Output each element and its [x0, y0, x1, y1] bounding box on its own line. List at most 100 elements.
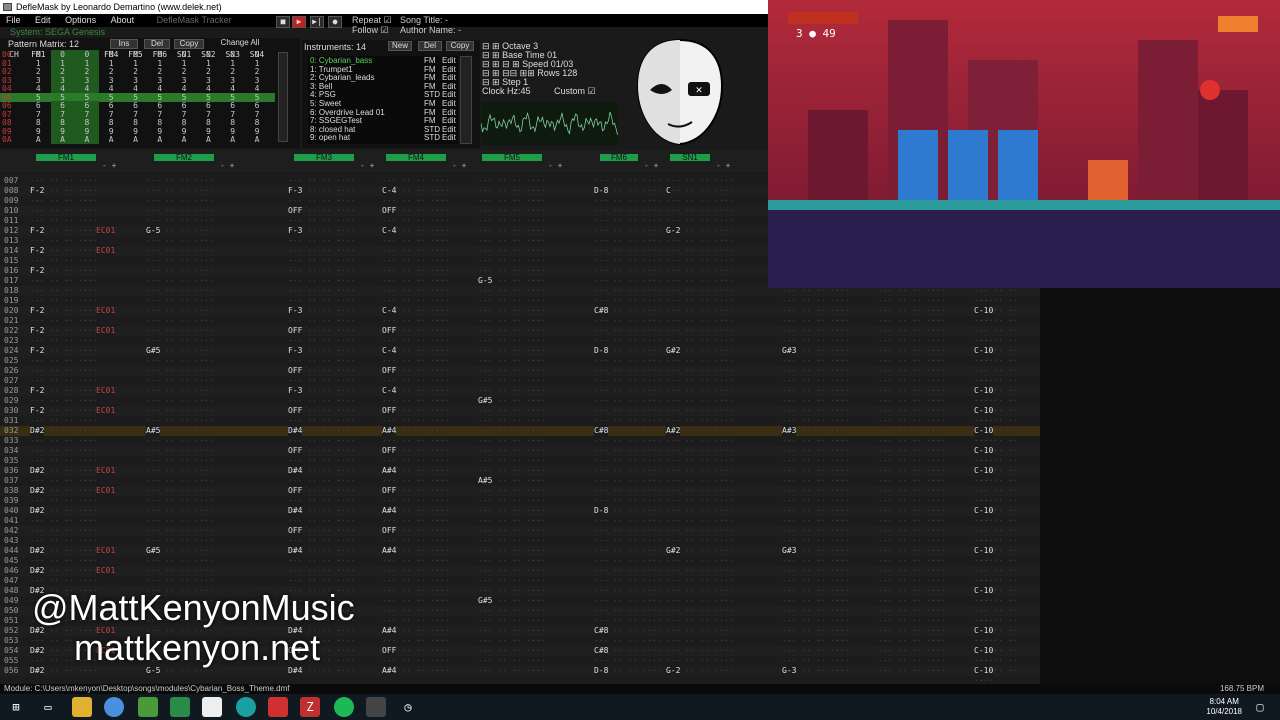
pattern-row[interactable]: 036 --- ·· ·· ···· --- ·· ·· ···· --- ·· ··…	[0, 466, 1040, 485]
note-value[interactable]: G-3	[782, 666, 797, 676]
note-value[interactable]: G-2	[666, 226, 681, 236]
system-clock[interactable]: 8:04 AM 10/4/2018	[1206, 697, 1242, 717]
pm-cell[interactable]: A	[172, 135, 196, 144]
pattern-row[interactable]: 040 --- ·· ·· ···· --- ·· ·· ···· --- ·· ··…	[0, 506, 1040, 525]
follow-checkbox[interactable]: Follow ☑	[352, 25, 398, 35]
note-value[interactable]: D-8	[594, 506, 609, 516]
note-value[interactable]: A#4	[382, 506, 397, 516]
step-button[interactable]: ▶|	[310, 16, 324, 28]
channel-header-fm6[interactable]: FM6	[600, 154, 638, 162]
note-value[interactable]: C#8	[594, 426, 609, 436]
note-value[interactable]: OFF	[382, 646, 397, 656]
note-value[interactable]: C-4	[382, 306, 397, 316]
pattern-row[interactable]: 023 --- ·· ·· ···· --- ·· ·· ···· --- ·· ··…	[0, 336, 1040, 355]
note-value[interactable]: C-4	[382, 346, 397, 356]
task-view-icon[interactable]: ▭	[38, 697, 58, 717]
note-value[interactable]: F-3	[288, 346, 303, 356]
note-value[interactable]: G-2	[666, 666, 681, 676]
note-value[interactable]: A#3	[782, 426, 797, 436]
deflemask-taskbar-icon[interactable]	[366, 697, 386, 717]
note-value[interactable]: OFF	[288, 486, 303, 496]
pm-row[interactable]: 0A A A A A A A A A A A	[0, 135, 275, 144]
pattern-row[interactable]: 022 --- ·· ·· ···· --- ·· ·· ···· --- ·· ··…	[0, 326, 1040, 345]
pattern-row[interactable]: 031 --- ·· ·· ···· --- ·· ·· ···· --- ·· ··…	[0, 416, 1040, 435]
note-value[interactable]: D#2	[30, 486, 45, 496]
effect-value[interactable]: EC01	[96, 386, 116, 396]
channel-collapse-controls[interactable]: - +	[102, 161, 116, 170]
channel-header-sn1[interactable]: SN1	[670, 154, 710, 162]
pattern-row[interactable]: 029 --- ·· ·· ···· --- ·· ·· ···· --- ·· ··…	[0, 396, 1040, 415]
menu-file[interactable]: File	[0, 14, 27, 27]
note-value[interactable]: D#4	[288, 466, 303, 476]
note-value[interactable]: OFF	[382, 366, 397, 376]
pattern-row[interactable]: 045 --- ·· ·· ···· --- ·· ·· ···· --- ·· ··…	[0, 556, 1040, 575]
pm-cell[interactable]: A	[26, 135, 50, 144]
note-value[interactable]: C#8	[594, 646, 609, 656]
note-value[interactable]: F-3	[288, 226, 303, 236]
note-value[interactable]: C-4	[382, 186, 397, 196]
channel-collapse-controls[interactable]: - +	[220, 161, 234, 170]
effect-value[interactable]: EC01	[96, 326, 116, 336]
note-value[interactable]: OFF	[288, 366, 303, 376]
pm-copy-button[interactable]: Copy	[174, 39, 204, 49]
note-value[interactable]: C-10	[974, 506, 994, 516]
note-value[interactable]: D-8	[594, 346, 609, 356]
pattern-row[interactable]: 047 --- ·· ·· ···· --- ·· ·· ···· --- ·· ··…	[0, 576, 1040, 595]
channel-collapse-controls[interactable]: - +	[644, 161, 658, 170]
pattern-row[interactable]: 033 --- ·· ·· ···· --- ·· ·· ···· --- ·· ··…	[0, 436, 1040, 455]
pattern-row[interactable]: 024 --- ·· ·· ···· --- ·· ·· ···· --- ·· ··…	[0, 346, 1040, 365]
effect-value[interactable]: EC01	[96, 466, 116, 476]
note-value[interactable]: F-2	[30, 346, 45, 356]
instrument-edit-button[interactable]: Edit	[442, 133, 456, 142]
note-value[interactable]: G#3	[782, 346, 797, 356]
file-explorer-icon[interactable]	[72, 697, 92, 717]
stop-button[interactable]: ■	[276, 16, 290, 28]
inst-copy-button[interactable]: Copy	[446, 41, 474, 51]
channel-header-fm5[interactable]: FM5	[482, 154, 542, 162]
instrument-item[interactable]: 0: Cybarian_bass FM Edit	[308, 56, 464, 65]
pattern-row[interactable]: 019 --- ·· ·· ···· --- ·· ·· ···· --- ·· ··…	[0, 296, 1040, 315]
note-value[interactable]: OFF	[382, 486, 397, 496]
note-value[interactable]: G#3	[782, 546, 797, 556]
instrument-item[interactable]: 8: closed hat STD Edit	[308, 125, 464, 134]
channel-header-fm3[interactable]: FM3	[294, 154, 354, 162]
effect-value[interactable]: EC01	[96, 566, 116, 576]
note-value[interactable]: C#8	[594, 626, 609, 636]
note-value[interactable]: F-2	[30, 306, 45, 316]
note-value[interactable]: F-2	[30, 326, 45, 336]
note-value[interactable]: A#4	[382, 426, 397, 436]
note-value[interactable]: OFF	[382, 326, 397, 336]
note-value[interactable]: C#8	[594, 306, 609, 316]
instrument-item[interactable]: 3: Bell FM Edit	[308, 82, 464, 91]
note-value[interactable]: F-2	[30, 406, 45, 416]
note-value[interactable]: OFF	[288, 326, 303, 336]
pattern-row[interactable]: 021 --- ·· ·· ···· --- ·· ·· ···· --- ·· ··…	[0, 316, 1040, 335]
pm-cell[interactable]: A	[221, 135, 245, 144]
pattern-row[interactable]: 046 --- ·· ·· ···· --- ·· ·· ···· --- ·· ··…	[0, 566, 1040, 585]
note-value[interactable]: D#4	[288, 546, 303, 556]
effect-value[interactable]: EC01	[96, 486, 116, 496]
note-value[interactable]: A#2	[666, 426, 681, 436]
note-value[interactable]: F-2	[30, 226, 45, 236]
pattern-row[interactable]: 037 --- ·· ·· ···· --- ·· ·· ···· --- ·· ··…	[0, 476, 1040, 495]
pm-cell[interactable]: A	[196, 135, 220, 144]
channel-header-fm4[interactable]: FM4	[386, 154, 446, 162]
channel-header-fm2[interactable]: FM2	[154, 154, 214, 162]
play-button[interactable]: ▶	[292, 16, 306, 28]
note-value[interactable]: G#5	[478, 596, 493, 606]
pattern-row[interactable]: 030 --- ·· ·· ···· --- ·· ·· ···· --- ·· ··…	[0, 406, 1040, 425]
menu-about[interactable]: About	[105, 14, 141, 27]
note-value[interactable]: OFF	[382, 206, 397, 216]
note-value[interactable]: C-10	[974, 666, 994, 676]
notifications-icon[interactable]: ▢	[1250, 697, 1270, 717]
note-value[interactable]: D-8	[594, 186, 609, 196]
pattern-row[interactable]: 028 --- ·· ·· ···· --- ·· ·· ···· --- ·· ··…	[0, 386, 1040, 405]
filezilla-icon[interactable]: Z	[300, 697, 320, 717]
note-value[interactable]: D#4	[288, 506, 303, 516]
note-value[interactable]: A#4	[382, 546, 397, 556]
inst-scrollbar[interactable]	[460, 56, 472, 144]
note-value[interactable]: D#2	[30, 546, 45, 556]
instrument-item[interactable]: 2: Cybarian_leads FM Edit	[308, 73, 464, 82]
menu-edit[interactable]: Edit	[29, 14, 57, 27]
effect-value[interactable]: EC01	[96, 306, 116, 316]
